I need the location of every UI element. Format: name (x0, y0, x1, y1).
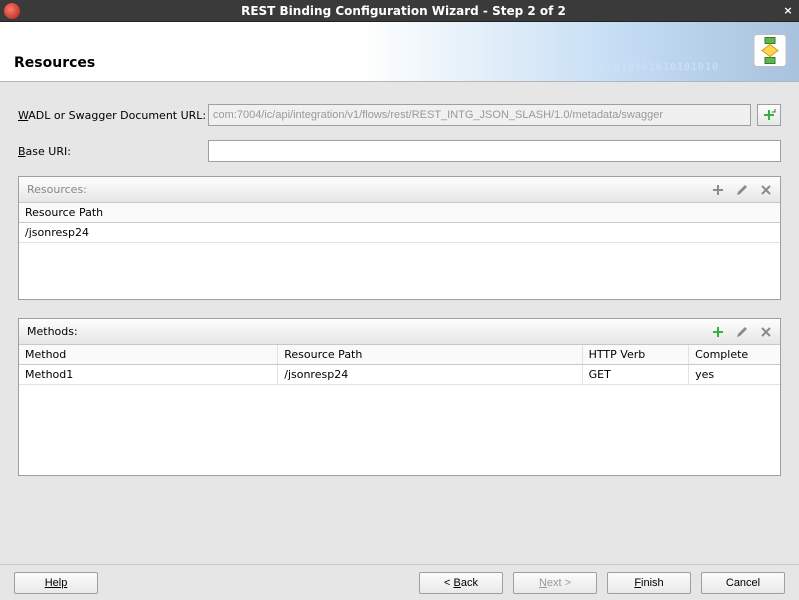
header-decor: 01010101010101010101010 (558, 62, 719, 73)
methods-table[interactable]: Method Resource Path HTTP Verb Complete … (19, 345, 780, 385)
resources-table[interactable]: Resource Path /jsonresp24 (19, 203, 780, 243)
next-button: Next > (513, 572, 597, 594)
resources-delete-button[interactable] (756, 180, 776, 200)
table-row[interactable]: /jsonresp24 (19, 223, 780, 243)
methods-edit-button[interactable] (732, 322, 752, 342)
methods-add-button[interactable] (708, 322, 728, 342)
method-cell: Method1 (19, 365, 278, 385)
wadl-row: WADL or Swagger Document URL: (18, 104, 781, 126)
methods-col-method[interactable]: Method (19, 345, 278, 365)
wadl-label: WADL or Swagger Document URL: (18, 109, 208, 122)
window-titlebar: REST Binding Configuration Wizard - Step… (0, 0, 799, 22)
base-uri-label: Base URI: (18, 145, 208, 158)
base-uri-input[interactable] (208, 140, 781, 162)
methods-col-path[interactable]: Resource Path (278, 345, 582, 365)
help-button[interactable]: Help (14, 572, 98, 594)
wadl-browse-button[interactable] (757, 104, 781, 126)
window-title: REST Binding Configuration Wizard - Step… (26, 4, 781, 18)
method-verb-cell: GET (582, 365, 689, 385)
finish-button[interactable]: Finish (607, 572, 691, 594)
methods-panel-header: Methods: (19, 319, 780, 345)
resources-add-button[interactable] (708, 180, 728, 200)
back-button[interactable]: < Back (419, 572, 503, 594)
page-title: Resources (14, 55, 95, 71)
methods-delete-button[interactable] (756, 322, 776, 342)
wizard-content: WADL or Swagger Document URL: Base URI: … (0, 82, 799, 476)
resource-path-cell: /jsonresp24 (19, 223, 780, 243)
resources-panel-label: Resources: (27, 183, 708, 196)
resources-col-path[interactable]: Resource Path (19, 203, 780, 223)
resources-panel: Resources: Resource Path (18, 176, 781, 300)
wadl-url-input[interactable] (208, 104, 751, 126)
base-uri-row: Base URI: (18, 140, 781, 162)
cancel-button[interactable]: Cancel (701, 572, 785, 594)
method-complete-cell: yes (689, 365, 780, 385)
methods-panel: Methods: Method (18, 318, 781, 476)
wizard-header: Resources 01010101010101010101010 (0, 22, 799, 82)
resources-edit-button[interactable] (732, 180, 752, 200)
methods-col-verb[interactable]: HTTP Verb (582, 345, 689, 365)
method-path-cell: /jsonresp24 (278, 365, 582, 385)
wizard-logo (753, 33, 787, 70)
methods-col-complete[interactable]: Complete (689, 345, 780, 365)
methods-panel-label: Methods: (27, 325, 708, 338)
resources-panel-header: Resources: (19, 177, 780, 203)
app-icon (4, 3, 20, 19)
table-row[interactable]: Method1 /jsonresp24 GET yes (19, 365, 780, 385)
wizard-footer: Help < Back Next > Finish Cancel (0, 564, 799, 600)
resources-table-container: Resource Path /jsonresp24 (19, 203, 780, 299)
methods-table-container: Method Resource Path HTTP Verb Complete … (19, 345, 780, 475)
close-icon[interactable]: × (781, 4, 795, 17)
